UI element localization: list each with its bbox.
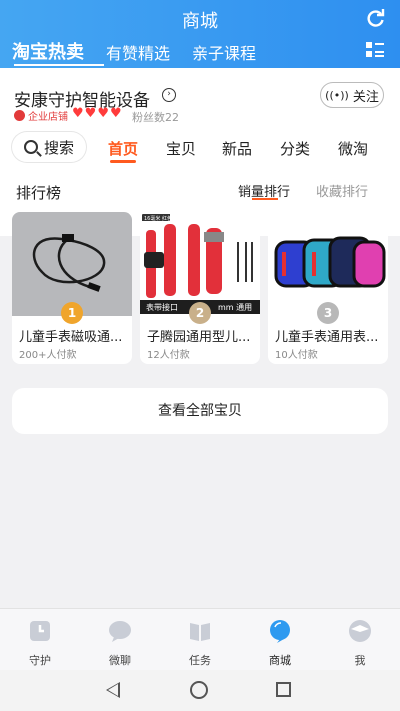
nav-label: 守护 xyxy=(29,654,51,667)
chat-icon xyxy=(109,621,131,642)
follow-label: 关注 xyxy=(352,89,379,105)
nav-label: 任务 xyxy=(189,654,211,667)
product-card[interactable]: 3 儿童手表通用表... 10人付款 xyxy=(268,212,388,364)
search-label: 搜索 xyxy=(43,138,74,157)
watch-strap-image: 16毫米 红色 表带接口 mm 通用 xyxy=(140,214,260,314)
tab-taobao[interactable]: 淘宝热卖 xyxy=(12,38,84,64)
product-name: 儿童手表磁吸通... xyxy=(19,330,123,345)
sold-count: 12人付款 xyxy=(147,350,190,361)
tab-youzan[interactable]: 有赞精选 xyxy=(106,40,170,64)
product-name: 儿童手表通用表... xyxy=(275,330,379,345)
product-image: 16毫米 红色 表带接口 mm 通用 xyxy=(140,212,260,316)
home-icon[interactable] xyxy=(190,681,208,699)
colored-straps-image xyxy=(274,236,386,288)
ranking-header: 排行榜 销量排行 收藏排行 xyxy=(0,176,400,206)
heart-icon: ♥ xyxy=(72,106,84,121)
shop-rating: ♥ ♥ ♥ ♥ xyxy=(72,106,123,121)
back-icon[interactable] xyxy=(106,682,120,698)
enterprise-label: 企业店铺 xyxy=(28,112,68,123)
nav-mall[interactable]: 商城 xyxy=(240,619,320,668)
product-card[interactable]: 16毫米 红色 表带接口 mm 通用 2 子腾园通用型儿... 12人付款 xyxy=(140,212,260,364)
shop-tab-weitao[interactable]: 微淘 xyxy=(338,138,368,159)
sort-by-favorites[interactable]: 收藏排行 xyxy=(316,181,368,200)
enterprise-badge: 企业店铺 xyxy=(14,108,68,123)
nav-me[interactable]: 我 xyxy=(320,619,400,668)
header-tabs: 淘宝热卖 有赞精选 亲子课程 xyxy=(12,38,278,66)
app-header: 商城 淘宝热卖 有赞精选 亲子课程 xyxy=(0,0,400,68)
image-caption: 表带接口 xyxy=(146,302,178,312)
heart-icon: ♥ xyxy=(84,106,97,121)
cable-image xyxy=(32,234,106,292)
bottom-nav: 守护 微聊 任务 商城 我 xyxy=(0,608,400,670)
shop-tab-items[interactable]: 宝贝 xyxy=(166,138,196,159)
active-tab-underline xyxy=(14,64,104,66)
view-all-button[interactable]: 查看全部宝贝 xyxy=(12,388,388,434)
nav-tasks[interactable]: 任务 xyxy=(160,619,240,668)
chevron-right-icon[interactable]: › xyxy=(162,88,176,102)
shop-tab-home[interactable]: 首页 xyxy=(108,138,138,159)
product-name: 子腾园通用型儿... xyxy=(147,330,251,345)
search-icon xyxy=(23,140,38,154)
heart-icon: ♥ xyxy=(109,106,122,121)
category-grid-icon[interactable] xyxy=(366,42,384,58)
rank-badge: 2 xyxy=(189,302,211,324)
shop-header: 安康守护智能设备 › 企业店铺 ♥ ♥ ♥ ♥ 粉丝数22 ((•)) 关注 搜… xyxy=(0,68,400,236)
shop-tab-category[interactable]: 分类 xyxy=(280,138,310,159)
tab-courses[interactable]: 亲子课程 xyxy=(192,40,256,64)
nav-label: 微聊 xyxy=(109,654,131,667)
nav-chat[interactable]: 微聊 xyxy=(80,619,160,668)
clock-icon xyxy=(30,621,50,641)
refresh-icon[interactable] xyxy=(366,8,386,28)
mall-bubble-icon xyxy=(270,620,290,643)
heart-icon: ♥ xyxy=(97,106,109,121)
ranking-list: 1 儿童手表磁吸通... 200+人付款 16毫米 红色 表带接口 mm 通用 xyxy=(12,212,388,364)
enterprise-icon xyxy=(14,110,25,121)
image-caption-2: mm 通用 xyxy=(218,302,252,312)
product-card[interactable]: 1 儿童手表磁吸通... 200+人付款 xyxy=(12,212,132,364)
shop-search-button[interactable]: 搜索 xyxy=(12,132,86,162)
ranking-title: 排行榜 xyxy=(16,184,62,202)
sold-count: 200+人付款 xyxy=(19,350,77,361)
rank-badge: 3 xyxy=(317,302,339,324)
product-image xyxy=(12,212,132,316)
profile-icon xyxy=(349,620,371,642)
image-tag: 16毫米 红色 xyxy=(144,215,172,222)
book-icon xyxy=(190,623,210,641)
broadcast-icon: ((•)) xyxy=(325,88,349,102)
system-nav-bar xyxy=(0,670,400,711)
page-title: 商城 xyxy=(182,11,218,32)
nav-label: 我 xyxy=(354,654,366,667)
fans-count: 粉丝数22 xyxy=(132,111,179,124)
shop-tab-underline xyxy=(110,160,136,163)
nav-guard[interactable]: 守护 xyxy=(0,619,80,668)
follow-button[interactable]: ((•)) 关注 xyxy=(320,82,384,108)
recent-apps-icon[interactable] xyxy=(276,682,291,697)
nav-label: 商城 xyxy=(269,654,291,667)
sort-underline xyxy=(252,198,278,200)
sold-count: 10人付款 xyxy=(275,350,318,361)
product-image xyxy=(268,212,388,316)
rank-badge: 1 xyxy=(61,302,83,324)
shop-tab-new[interactable]: 新品 xyxy=(222,138,252,159)
